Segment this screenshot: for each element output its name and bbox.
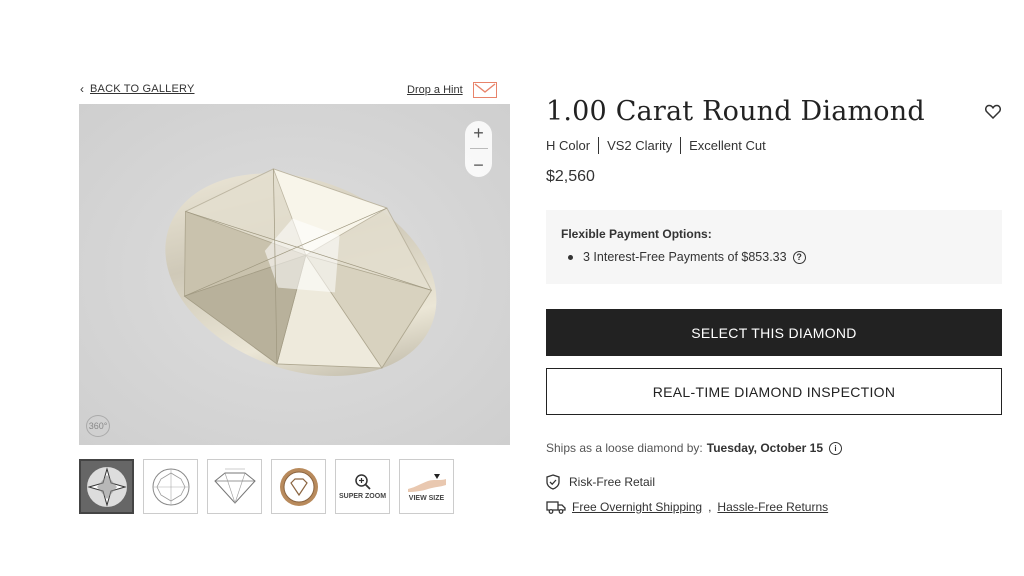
truck-icon: [546, 501, 566, 514]
diamond-viewer[interactable]: + − 360°: [79, 104, 510, 445]
info-icon[interactable]: i: [829, 441, 843, 455]
product-specs: H Color VS2 Clarity Excellent Cut: [546, 137, 766, 154]
diamond-outline-icon: [152, 468, 189, 505]
hassle-free-returns-link[interactable]: Hassle-Free Returns: [717, 500, 828, 514]
certificate-seal-icon: [279, 467, 318, 506]
comma-separator: ,: [708, 500, 712, 514]
drop-a-hint-link[interactable]: Drop a Hint: [407, 82, 497, 98]
spec-clarity: VS2 Clarity: [607, 138, 673, 153]
zoom-divider: [469, 148, 488, 150]
spec-divider: [680, 137, 682, 154]
thumbnail-top-outline[interactable]: [143, 459, 198, 514]
risk-free-retail: Risk-Free Retail: [546, 474, 655, 490]
shield-check-icon: [546, 474, 560, 490]
thumbnail-diamond-photo[interactable]: [79, 459, 134, 514]
back-to-gallery-label: BACK TO GALLERY: [90, 83, 195, 95]
heart-icon[interactable]: [985, 104, 1001, 119]
product-title: 1.00 Carat Round Diamond: [546, 96, 925, 127]
bullet-icon: [568, 254, 573, 260]
zoom-in-button[interactable]: +: [473, 124, 484, 142]
diamond-inspection-button[interactable]: REAL-TIME DIAMOND INSPECTION: [546, 368, 1002, 415]
shipping-date-value: Tuesday, October 15: [706, 441, 824, 455]
envelope-icon: [472, 82, 497, 98]
shipping-date: Ships as a loose diamond by: Tuesday, Oc…: [546, 441, 843, 455]
payment-option-text: 3 Interest-Free Payments of $853.33: [583, 250, 787, 264]
free-overnight-shipping-link[interactable]: Free Overnight Shipping: [572, 500, 702, 514]
spec-cut: Excellent Cut: [689, 138, 766, 153]
hand-ring-icon: [407, 473, 446, 492]
risk-free-label: Risk-Free Retail: [569, 475, 656, 489]
super-zoom-label: SUPER ZOOM: [338, 492, 387, 500]
diamond-profile-icon: [213, 468, 256, 504]
zoom-out-button[interactable]: −: [473, 156, 484, 174]
drop-a-hint-label: Drop a Hint: [407, 84, 463, 96]
spec-color: H Color: [546, 138, 591, 153]
thumbnail-strip: SUPER ZOOM VIEW SIZE: [79, 459, 454, 514]
diamond-top-icon: [86, 466, 127, 507]
payment-option-item: 3 Interest-Free Payments of $853.33 ?: [561, 250, 987, 264]
back-to-gallery-link[interactable]: ‹ BACK TO GALLERY: [80, 83, 195, 95]
chevron-left-icon: ‹: [80, 82, 84, 96]
payment-options-panel: Flexible Payment Options: 3 Interest-Fre…: [546, 210, 1002, 284]
shipping-prefix: Ships as a loose diamond by:: [546, 441, 703, 455]
view-size-label: VIEW SIZE: [408, 494, 445, 502]
rotate-360-icon[interactable]: 360°: [86, 415, 110, 437]
zoom-control: + −: [465, 121, 492, 177]
select-diamond-button[interactable]: SELECT THIS DIAMOND: [546, 309, 1002, 356]
product-price: $2,560: [546, 168, 595, 185]
diamond-image: [79, 104, 510, 445]
thumbnail-profile-diagram[interactable]: [207, 459, 262, 514]
thumbnail-super-zoom[interactable]: SUPER ZOOM: [335, 459, 390, 514]
spec-divider: [598, 137, 600, 154]
help-icon[interactable]: ?: [792, 250, 806, 264]
free-shipping-row: Free Overnight Shipping, Hassle-Free Ret…: [546, 500, 828, 514]
thumbnail-view-size[interactable]: VIEW SIZE: [399, 459, 454, 514]
magnifier-plus-icon: [354, 473, 371, 490]
payment-heading: Flexible Payment Options:: [561, 227, 712, 241]
thumbnail-certificate[interactable]: [271, 459, 326, 514]
